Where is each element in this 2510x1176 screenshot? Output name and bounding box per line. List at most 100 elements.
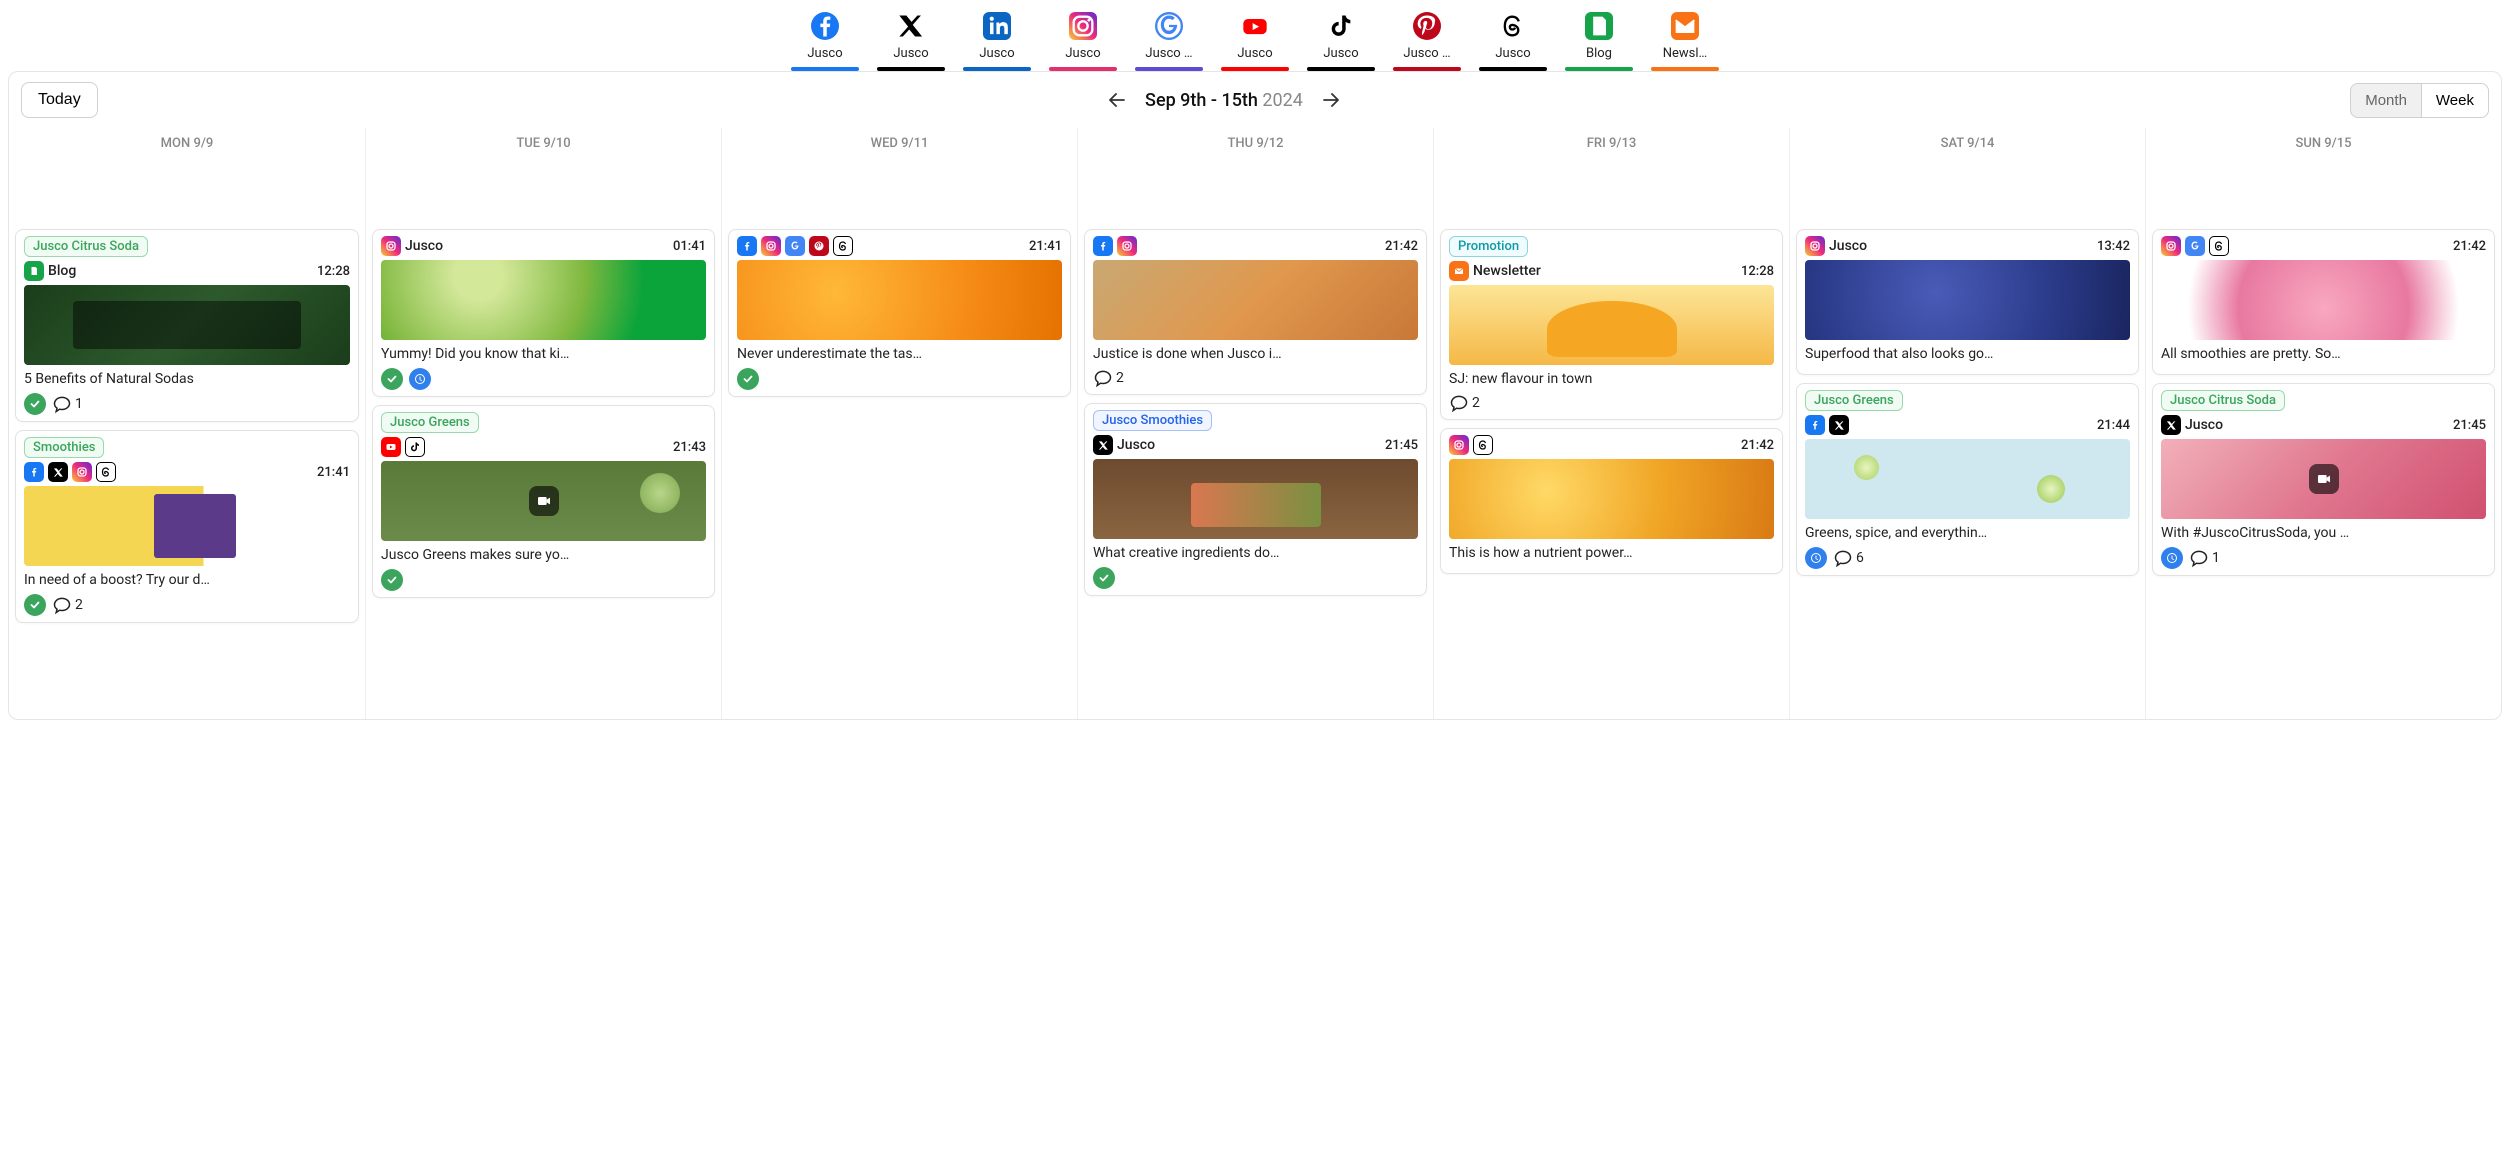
comment-icon [52,394,72,414]
day-column[interactable]: Jusco01:41Yummy! Did you know that ki…Ju… [365,159,721,719]
day-column[interactable]: 21:41Never underestimate the tas… [721,159,1077,719]
post-card[interactable]: Jusco SmoothiesJusco21:45What creative i… [1084,403,1427,596]
pinterest-icon [809,236,829,256]
day-column[interactable]: Jusco Citrus SodaBlog12:285 Benefits of … [9,159,365,719]
status-scheduled-icon [2161,547,2183,569]
card-footer: 2 [1093,368,1418,388]
card-image [737,260,1062,340]
card-image [24,285,350,365]
post-card[interactable]: Jusco Greens 21:43 Jusco Greens makes sure… [372,405,715,598]
post-card[interactable]: Smoothies21:41In need of a boost? Try ou… [15,430,359,623]
instagram-icon [381,236,401,256]
channel-threads[interactable]: Jusco [1479,12,1547,71]
instagram-icon [2161,236,2181,256]
card-header-row: 21:44 [1805,415,2130,435]
day-header: FRI 9/13 [1433,128,1789,159]
card-header-row: 21:42 [1449,435,1774,455]
card-header-row: Newsletter12:28 [1449,261,1774,281]
month-view-button[interactable]: Month [2350,83,2422,118]
card-image [381,260,706,340]
instagram-icon [72,462,92,482]
card-caption: Superfood that also looks go… [1805,346,2130,362]
card-tag: Jusco Citrus Soda [24,236,148,257]
card-caption: Jusco Greens makes sure yo… [381,547,706,563]
day-column[interactable]: 21:42All smoothies are pretty. So…Jusco … [2145,159,2501,719]
card-time: 12:28 [1741,264,1774,279]
card-image [1449,459,1774,539]
comment-count: 2 [1093,368,1124,388]
today-button[interactable]: Today [21,82,98,118]
instagram-icon [761,236,781,256]
video-icon [529,486,559,516]
card-header-row: Jusco01:41 [381,236,706,256]
card-image [24,486,350,566]
comment-count: 6 [1833,548,1864,568]
card-tag: Smoothies [24,437,104,458]
card-time: 21:42 [1385,239,1418,254]
post-card[interactable]: 21:42All smoothies are pretty. So… [2152,229,2495,375]
post-card[interactable]: Jusco Citrus SodaJusco21:45With #JuscoCi… [2152,383,2495,576]
card-tag: Jusco Greens [381,412,479,433]
card-time: 21:41 [317,465,350,480]
channel-label: Jusco [1495,46,1530,61]
week-view-button[interactable]: Week [2422,83,2489,118]
channel-newsletter[interactable]: Newsl… [1651,12,1719,71]
day-column[interactable]: Jusco13:42Superfood that also looks go…J… [1789,159,2145,719]
status-scheduled-icon [1805,547,1827,569]
comment-count: 2 [1449,393,1480,413]
day-column[interactable]: PromotionNewsletter12:28SJ: new flavour … [1433,159,1789,719]
post-card[interactable]: 21:41Never underestimate the tas… [728,229,1071,397]
status-approved-icon [737,368,759,390]
channel-blog[interactable]: Blog [1565,12,1633,71]
card-image [2161,260,2486,340]
post-card[interactable]: Jusco01:41Yummy! Did you know that ki… [372,229,715,397]
channel-label: Jusco [807,46,842,61]
x-icon [48,462,68,482]
next-week-button[interactable] [1317,89,1345,111]
comment-icon [52,595,72,615]
card-header-row: Blog12:28 [24,261,350,281]
comment-count: 1 [52,394,83,414]
card-footer: 1 [2161,547,2486,569]
instagram-icon [1117,236,1137,256]
channel-label: Newsl… [1663,46,1708,61]
channel-pinterest[interactable]: Jusco … [1393,12,1461,71]
card-footer [381,569,706,591]
card-footer [1093,567,1418,589]
card-time: 21:43 [673,440,706,455]
card-image [1093,459,1418,539]
channel-youtube[interactable]: Jusco [1221,12,1289,71]
date-range-label: Sep 9th - 15th 2024 [1145,90,1303,111]
status-approved-icon [381,569,403,591]
post-card[interactable]: Jusco Greens21:44Greens, spice, and ever… [1796,383,2139,576]
post-card[interactable]: PromotionNewsletter12:28SJ: new flavour … [1440,229,1783,420]
post-card[interactable]: 21:42Justice is done when Jusco i…2 [1084,229,1427,395]
threads-icon [96,462,116,482]
gmb-icon [2185,236,2205,256]
facebook-icon [1093,236,1113,256]
card-time: 01:41 [673,239,706,254]
channel-linkedin[interactable]: Jusco [963,12,1031,71]
channel-facebook[interactable]: Jusco [791,12,859,71]
post-card[interactable]: Jusco Citrus SodaBlog12:285 Benefits of … [15,229,359,422]
post-card[interactable]: Jusco13:42Superfood that also looks go… [1796,229,2139,375]
channel-x[interactable]: Jusco [877,12,945,71]
x-icon [2161,415,2181,435]
channel-label: Jusco … [1145,46,1192,61]
card-time: 21:41 [1029,239,1062,254]
channel-label: Jusco [1237,46,1272,61]
card-footer: 1 [24,393,350,415]
comment-icon [2189,548,2209,568]
days-header: MON 9/9TUE 9/10WED 9/11THU 9/12FRI 9/13S… [9,128,2501,159]
day-column[interactable]: 21:42Justice is done when Jusco i…2Jusco… [1077,159,1433,719]
prev-week-button[interactable] [1103,89,1131,111]
card-channel-label: Blog [48,263,76,279]
card-time: 21:45 [1385,438,1418,453]
card-image [1805,439,2130,519]
card-time: 21:42 [1741,438,1774,453]
post-card[interactable]: 21:42This is how a nutrient power… [1440,428,1783,574]
channel-tiktok[interactable]: Jusco [1307,12,1375,71]
days-body: Jusco Citrus SodaBlog12:285 Benefits of … [9,159,2501,719]
channel-gmb[interactable]: Jusco … [1135,12,1203,71]
channel-instagram[interactable]: Jusco [1049,12,1117,71]
